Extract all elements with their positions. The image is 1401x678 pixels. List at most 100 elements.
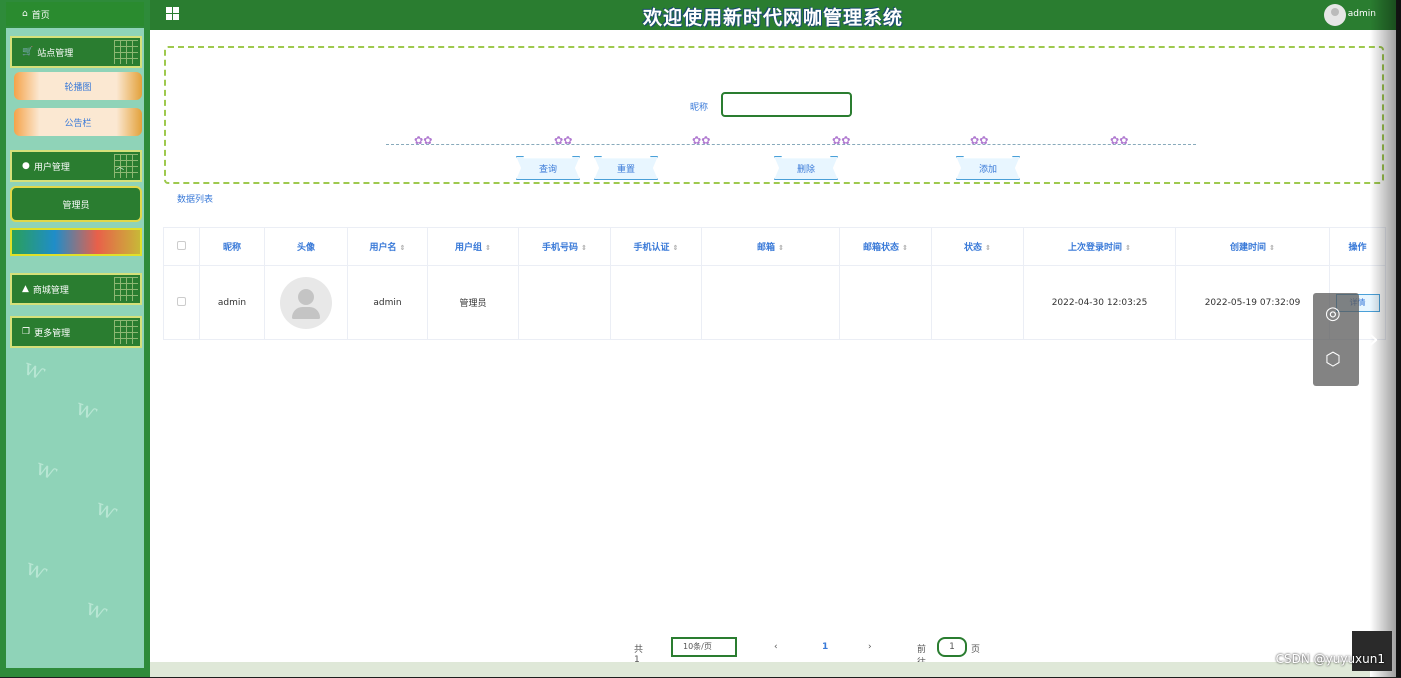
cell-status bbox=[931, 265, 1024, 340]
sidebar-menu: ⱳ ⱳ ⱳ ⱳ ⱳ ⱳ 🛒 站点管理 轮播图 公告栏 ● 用户管理 ︿ bbox=[6, 28, 144, 668]
flower-icon: ✿✿ bbox=[692, 134, 711, 147]
page-title: 欢迎使用新时代网咖管理系统 bbox=[642, 7, 903, 29]
column-header: 头像 bbox=[264, 227, 348, 266]
avatar[interactable] bbox=[1324, 4, 1346, 26]
flower-icon: ✿✿ bbox=[832, 134, 851, 147]
sidebar-item-more[interactable]: ❐ 更多管理 bbox=[10, 316, 142, 348]
cell-phone-verified bbox=[610, 265, 702, 340]
app-root: ⌂ 首页 ⱳ ⱳ ⱳ ⱳ ⱳ ⱳ 🛒 站点管理 轮播图 公告栏 ● 用户管理 管… bbox=[0, 0, 1401, 678]
sort-icon: ⇕ bbox=[485, 244, 492, 252]
column-header: 昵称 bbox=[199, 227, 265, 266]
cell-nickname: admin bbox=[199, 265, 265, 340]
chevron-right-icon[interactable]: › bbox=[1368, 322, 1379, 355]
delete-button[interactable]: 删除 bbox=[774, 156, 838, 180]
avatar bbox=[280, 276, 332, 329]
lock-icon: ▲ bbox=[22, 284, 29, 294]
decoration bbox=[386, 144, 1196, 145]
sidebar-home-label: 首页 bbox=[31, 10, 50, 21]
user-icon: ● bbox=[22, 161, 30, 171]
search-panel: 昵称 ✿✿ ✿✿ ✿✿ ✿✿ ✿✿ ✿✿ 查询 重置 删除 添加 bbox=[164, 46, 1384, 184]
sidebar-sub-banner[interactable]: 轮播图 bbox=[14, 72, 142, 100]
cart-icon: 🛒 bbox=[22, 47, 34, 57]
decoration bbox=[114, 154, 138, 178]
sidebar-item-shop[interactable]: ▲ 商城管理 bbox=[10, 273, 142, 305]
floating-toolbar: ◎ ⬡ bbox=[1313, 293, 1359, 386]
sort-icon: ⇕ bbox=[985, 244, 992, 252]
decoration bbox=[150, 662, 1370, 677]
column-header[interactable]: 手机认证 ⇕ bbox=[610, 227, 702, 266]
nickname-label: 昵称 bbox=[690, 103, 709, 113]
sidebar-item-label: 站点管理 bbox=[37, 48, 74, 59]
main-content: 昵称 ✿✿ ✿✿ ✿✿ ✿✿ ✿✿ ✿✿ 查询 重置 删除 添加 数据列表 昵称… bbox=[150, 30, 1396, 678]
row-checkbox[interactable] bbox=[163, 265, 200, 340]
next-page-button[interactable]: › bbox=[868, 642, 872, 652]
sidebar-item-label: 更多管理 bbox=[34, 328, 71, 339]
sidebar-item-label: 用户管理 bbox=[33, 162, 70, 173]
cell-email-status bbox=[839, 265, 932, 340]
data-table: 昵称 头像 用户名 ⇕ 用户组 ⇕ 手机号码 ⇕ 手机认证 ⇕ 邮箱 ⇕ 邮箱状… bbox=[163, 227, 1386, 340]
column-header[interactable]: 邮箱 ⇕ bbox=[701, 227, 840, 266]
top-bar: 欢迎使用新时代网咖管理系统 admin bbox=[150, 0, 1396, 30]
flower-icon: ✿✿ bbox=[554, 134, 573, 147]
decoration bbox=[114, 277, 138, 301]
flower-icon: ✿✿ bbox=[1110, 134, 1129, 147]
sidebar: ⌂ 首页 ⱳ ⱳ ⱳ ⱳ ⱳ ⱳ 🛒 站点管理 轮播图 公告栏 ● 用户管理 管… bbox=[0, 0, 150, 677]
cell-avatar bbox=[264, 265, 348, 340]
goto-input[interactable]: 1 bbox=[937, 637, 967, 657]
select-all-checkbox[interactable] bbox=[163, 227, 200, 266]
nickname-input[interactable] bbox=[721, 92, 852, 117]
list-title: 数据列表 bbox=[177, 195, 214, 205]
sidebar-sub-admin[interactable]: 管理员 bbox=[10, 186, 142, 222]
sidebar-sub-hovered[interactable] bbox=[10, 228, 142, 256]
sort-icon: ⇕ bbox=[902, 244, 909, 252]
home-icon: ⌂ bbox=[22, 9, 28, 19]
sort-icon: ⇕ bbox=[1269, 244, 1276, 252]
sort-icon: ⇕ bbox=[399, 244, 406, 252]
decoration: ⱳ bbox=[32, 455, 61, 486]
prev-page-button[interactable]: ‹ bbox=[774, 642, 778, 652]
sidebar-item-site[interactable]: 🛒 站点管理 bbox=[10, 36, 142, 68]
decoration: ⱳ bbox=[92, 495, 121, 526]
sidebar-sub-notice[interactable]: 公告栏 bbox=[14, 108, 142, 136]
column-header[interactable]: 邮箱状态 ⇕ bbox=[839, 227, 932, 266]
cell-phone bbox=[518, 265, 611, 340]
hexagon-icon[interactable]: ⬡ bbox=[1325, 349, 1341, 370]
column-header[interactable]: 状态 ⇕ bbox=[931, 227, 1024, 266]
decoration bbox=[114, 320, 138, 344]
column-header[interactable]: 用户名 ⇕ bbox=[347, 227, 428, 266]
watermark: CSDN @yuyuxun1 bbox=[1275, 652, 1385, 666]
column-header[interactable]: 用户组 ⇕ bbox=[427, 227, 519, 266]
camera-icon[interactable]: ◎ bbox=[1325, 303, 1341, 324]
column-header[interactable]: 创建时间 ⇕ bbox=[1175, 227, 1330, 266]
cell-group: 管理员 bbox=[427, 265, 519, 340]
flower-icon: ✿✿ bbox=[414, 134, 433, 147]
flower-icon: ✿✿ bbox=[970, 134, 989, 147]
cell-email bbox=[701, 265, 840, 340]
column-header[interactable]: 手机号码 ⇕ bbox=[518, 227, 611, 266]
decoration bbox=[114, 40, 138, 64]
sidebar-item-users[interactable]: ● 用户管理 ︿ bbox=[10, 150, 142, 182]
sidebar-item-label: 商城管理 bbox=[32, 285, 69, 296]
sort-icon: ⇕ bbox=[778, 244, 785, 252]
decoration: ⱳ bbox=[22, 555, 51, 586]
table-row: admin admin 管理员 2022-04-30 12:03:25 2022… bbox=[163, 265, 1386, 340]
add-button[interactable]: 添加 bbox=[956, 156, 1020, 180]
copy-icon: ❐ bbox=[22, 327, 31, 337]
cell-username: admin bbox=[347, 265, 428, 340]
goto-suffix: 页 bbox=[971, 645, 981, 655]
decoration: ⱳ bbox=[82, 595, 111, 626]
column-header[interactable]: 上次登录时间 ⇕ bbox=[1023, 227, 1176, 266]
decoration: ⱳ bbox=[20, 355, 49, 386]
query-button[interactable]: 查询 bbox=[516, 156, 580, 180]
cell-last-login: 2022-04-30 12:03:25 bbox=[1023, 265, 1176, 340]
sidebar-sub-label: 管理员 bbox=[62, 200, 90, 211]
sidebar-sub-label: 公告栏 bbox=[64, 118, 92, 129]
reset-button[interactable]: 重置 bbox=[594, 156, 658, 180]
sidebar-home[interactable]: ⌂ 首页 bbox=[6, 2, 144, 26]
table-header-row: 昵称 头像 用户名 ⇕ 用户组 ⇕ 手机号码 ⇕ 手机认证 ⇕ 邮箱 ⇕ 邮箱状… bbox=[163, 227, 1386, 266]
page-size-select[interactable]: 10条/页 bbox=[671, 637, 737, 657]
sort-icon: ⇕ bbox=[581, 244, 588, 252]
sort-icon: ⇕ bbox=[672, 244, 679, 252]
page-number[interactable]: 1 bbox=[822, 642, 828, 652]
cell-created: 2022-05-19 07:32:09 bbox=[1175, 265, 1330, 340]
